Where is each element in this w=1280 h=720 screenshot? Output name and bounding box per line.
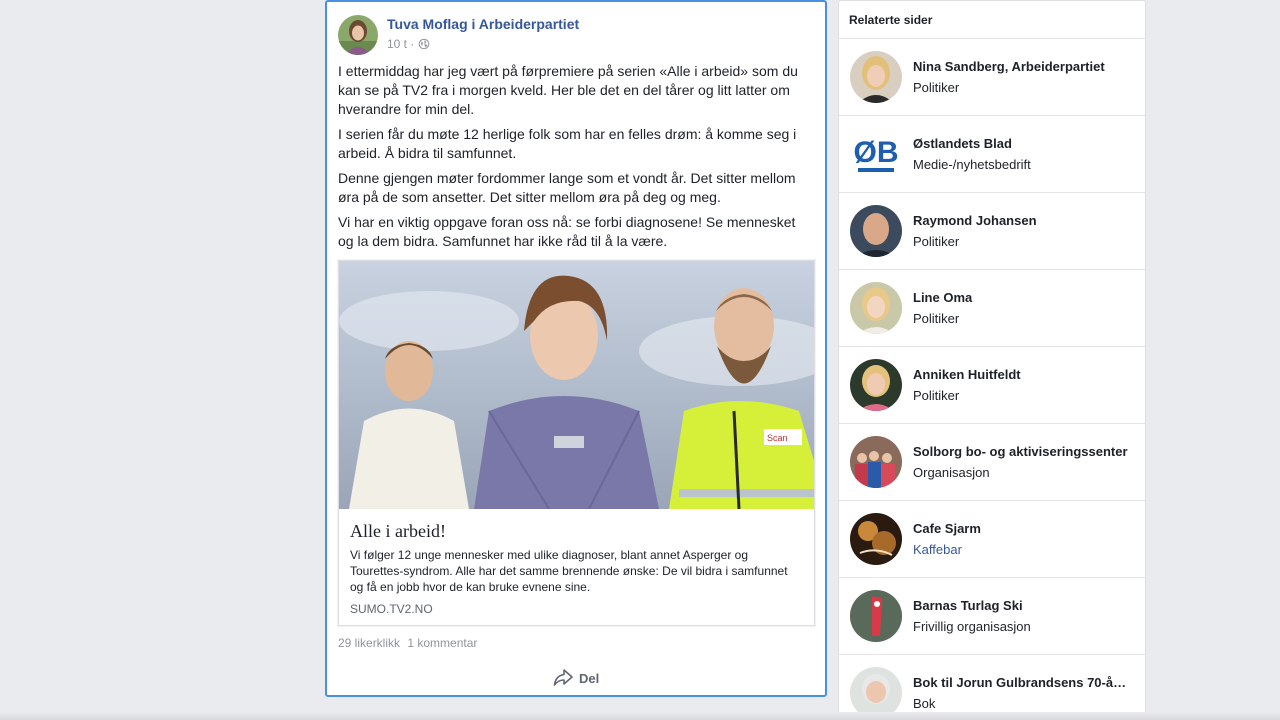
related-pages-panel: Relaterte sider Nina Sandberg, Arbeiderp… (838, 0, 1146, 720)
bottom-fade (0, 712, 1280, 720)
related-page-name[interactable]: Raymond Johansen (913, 213, 1135, 228)
related-pages-title: Relaterte sider (839, 1, 1145, 39)
related-page-thumbnail[interactable] (850, 282, 902, 334)
related-page-item[interactable]: Cafe Sjarm Kaffebar (839, 501, 1145, 578)
share-button[interactable]: Del (553, 666, 599, 690)
svg-text:Scan: Scan (767, 433, 788, 443)
related-page-name[interactable]: Solborg bo- og aktiviseringssenter (913, 444, 1135, 459)
post-stats: 29 likerklikk 1 kommentar (338, 636, 481, 650)
post-paragraph: I ettermiddag har jeg vært på førpremier… (338, 63, 798, 117)
related-page-thumbnail[interactable] (850, 51, 902, 103)
related-page-thumbnail[interactable] (850, 359, 902, 411)
comments-count[interactable]: 1 kommentar (407, 636, 477, 650)
globe-icon[interactable] (418, 38, 430, 50)
related-page-thumbnail[interactable]: ØB (850, 128, 902, 180)
related-page-name[interactable]: Nina Sandberg, Arbeiderpartiet (913, 59, 1135, 74)
link-preview-card[interactable]: Scan Alle i arbeid! Vi følger 12 unge me… (338, 260, 815, 626)
related-page-item[interactable]: ØB Østlandets Blad Medie-/nyhetsbedrift (839, 116, 1145, 193)
related-page-category: Politiker (913, 311, 960, 326)
author-name[interactable]: Tuva Moflag i Arbeiderpartiet (387, 16, 579, 32)
related-page-category: Frivillig organisasjon (913, 619, 1031, 634)
related-page-name[interactable]: Bok til Jorun Gulbrandsens 70-å… (913, 675, 1135, 690)
related-page-category: Politiker (913, 234, 960, 249)
related-page-name[interactable]: Barnas Turlag Ski (913, 598, 1135, 613)
link-description: Vi følger 12 unge mennesker med ulike di… (350, 548, 788, 594)
related-page-name[interactable]: Line Oma (913, 290, 1135, 305)
author-avatar[interactable] (338, 15, 378, 55)
related-page-thumbnail[interactable] (850, 436, 902, 488)
related-page-category: Politiker (913, 80, 960, 95)
post-paragraph: I serien får du møte 12 herlige folk som… (338, 126, 797, 161)
post-time[interactable]: 10 t · (387, 37, 414, 51)
related-page-name[interactable]: Anniken Huitfeldt (913, 367, 1135, 382)
related-page-thumbnail[interactable] (850, 513, 902, 565)
related-page-name[interactable]: Cafe Sjarm (913, 521, 1135, 536)
share-label: Del (579, 670, 600, 686)
related-page-name[interactable]: Østlandets Blad (913, 136, 1135, 151)
link-preview-image[interactable]: Scan (339, 261, 814, 509)
related-page-thumbnail[interactable] (850, 205, 902, 257)
link-domain: SUMO.TV2.NO (350, 602, 433, 616)
share-arrow-icon (553, 669, 573, 686)
related-page-item[interactable]: Nina Sandberg, Arbeiderpartiet Politiker (839, 39, 1145, 116)
related-page-item[interactable]: Solborg bo- og aktiviseringssenter Organ… (839, 424, 1145, 501)
svg-text:ØB: ØB (854, 136, 899, 169)
post-text: I ettermiddag har jeg vært på førpremier… (338, 62, 808, 257)
related-page-thumbnail[interactable] (850, 590, 902, 642)
related-page-item[interactable]: Anniken Huitfeldt Politiker (839, 347, 1145, 424)
related-page-category: Politiker (913, 388, 960, 403)
likes-count[interactable]: 29 likerklikk (338, 636, 400, 650)
related-page-item[interactable]: Barnas Turlag Ski Frivillig organisasjon (839, 578, 1145, 655)
related-page-category: Organisasjon (913, 465, 990, 480)
related-page-category[interactable]: Kaffebar (913, 542, 962, 557)
post-card: Tuva Moflag i Arbeiderpartiet 10 t · I e… (325, 0, 827, 697)
post-paragraph: Denne gjengen møter fordommer lange som … (338, 170, 796, 205)
link-title[interactable]: Alle i arbeid! (350, 521, 446, 542)
related-page-item[interactable]: Raymond Johansen Politiker (839, 193, 1145, 270)
related-page-item[interactable]: Bok til Jorun Gulbrandsens 70-å… Bok (839, 655, 1145, 719)
related-page-item[interactable]: Line Oma Politiker (839, 270, 1145, 347)
related-page-category: Medie-/nyhetsbedrift (913, 157, 1031, 172)
post-meta: 10 t · (387, 37, 430, 51)
related-page-category: Bok (913, 696, 936, 711)
post-paragraph: Vi har en viktig oppgave foran oss nå: s… (338, 214, 796, 249)
